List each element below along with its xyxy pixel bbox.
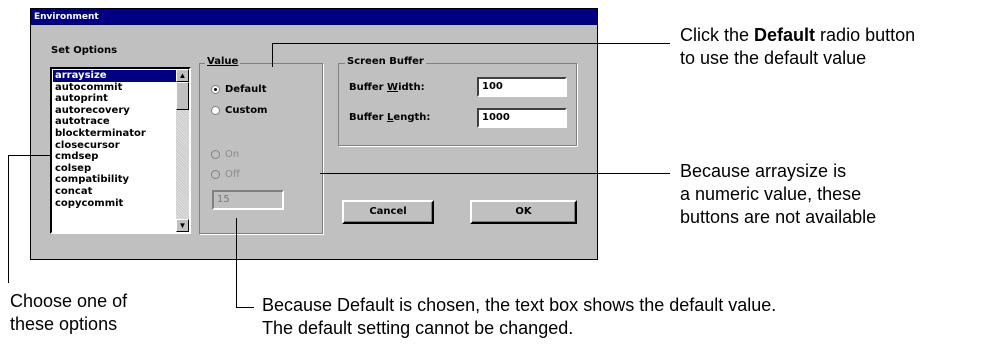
callout-text: Because arraysize is	[680, 161, 847, 181]
screen-buffer-title: Screen Buffer	[345, 56, 426, 67]
callout-line-numeric	[320, 173, 670, 174]
custom-radio[interactable]: Custom	[211, 105, 267, 116]
dialog-title: Environment	[31, 9, 597, 25]
options-listbox[interactable]: arraysize autocommit autoprint autorecovery…	[50, 67, 191, 234]
scroll-thumb[interactable]	[176, 82, 189, 110]
callout-default-radio: Click the Default radio button to use th…	[680, 24, 915, 70]
callout-line-textbox-v	[236, 218, 237, 308]
scroll-down-icon[interactable]: ▼	[176, 219, 189, 232]
callout-text: these options	[10, 314, 118, 334]
value-title-text: Value	[207, 56, 239, 67]
on-radio: On	[211, 149, 239, 160]
buffer-length-label: Buffer Length:	[349, 112, 431, 123]
default-radio[interactable]: Default	[211, 84, 267, 95]
environment-dialog: Environment Set Options arraysize autocom…	[30, 8, 598, 260]
list-item[interactable]: closecursor	[53, 140, 177, 152]
list-item[interactable]: compatibility	[53, 174, 177, 186]
callout-text: The default setting cannot be changed.	[262, 318, 574, 338]
callout-default-text: Because Default is chosen, the text box …	[262, 294, 776, 340]
radio-disabled-icon	[211, 170, 220, 179]
default-radio-label: Default	[225, 84, 267, 95]
list-item[interactable]: blockterminator	[53, 128, 177, 140]
list-item[interactable]: autotrace	[53, 116, 177, 128]
screen-buffer-group	[338, 63, 577, 146]
radio-icon	[211, 106, 220, 115]
callout-line-choose-v	[8, 155, 9, 283]
off-radio: Off	[211, 169, 240, 180]
on-radio-label: On	[225, 149, 240, 160]
callout-numeric: Because arraysize is a numeric value, th…	[680, 160, 876, 229]
list-item[interactable]: copycommit	[53, 198, 177, 210]
options-list: arraysize autocommit autoprint autorecovery…	[53, 70, 177, 209]
list-item[interactable]: autoprint	[53, 93, 177, 105]
list-item[interactable]: autocommit	[53, 82, 177, 94]
buffer-width-label: Buffer Width:	[349, 82, 425, 93]
list-item[interactable]: autorecovery	[53, 105, 177, 117]
value-group-title: Value	[205, 56, 241, 67]
callout-text: Because Default is chosen, the text box …	[262, 295, 777, 315]
radio-disabled-icon	[211, 150, 220, 159]
list-item[interactable]: concat	[53, 186, 177, 198]
callout-line-choose-h	[8, 155, 50, 156]
scroll-up-icon[interactable]: ▲	[176, 69, 189, 82]
callout-line-default-v	[272, 43, 273, 67]
callout-text: buttons are not available	[680, 207, 877, 227]
value-textbox: 15	[212, 190, 284, 210]
radio-selected-icon	[211, 85, 220, 94]
options-scrollbar[interactable]: ▲ ▼	[176, 69, 189, 232]
callout-text: radio button	[815, 25, 916, 45]
ok-button[interactable]: OK	[470, 200, 577, 224]
list-item[interactable]: arraysize	[53, 70, 177, 82]
callout-bold-default: Default	[754, 25, 816, 45]
callout-text: Choose one of	[10, 291, 128, 311]
off-radio-label: Off	[225, 169, 240, 180]
list-item[interactable]: colsep	[53, 163, 177, 175]
buffer-length-input[interactable]: 1000	[477, 108, 567, 128]
buffer-width-input[interactable]: 100	[477, 77, 567, 97]
custom-radio-label: Custom	[225, 105, 268, 116]
callout-text: Click the	[680, 25, 755, 45]
callout-line-default-h	[272, 43, 670, 44]
callout-line-textbox-h	[236, 307, 254, 308]
callout-choose: Choose one of these options	[10, 290, 127, 336]
callout-text: to use the default value	[680, 48, 867, 68]
cancel-button[interactable]: Cancel	[342, 200, 434, 224]
list-item[interactable]: cmdsep	[53, 151, 177, 163]
callout-text: a numeric value, these	[680, 184, 862, 204]
set-options-label: Set Options	[51, 45, 118, 56]
